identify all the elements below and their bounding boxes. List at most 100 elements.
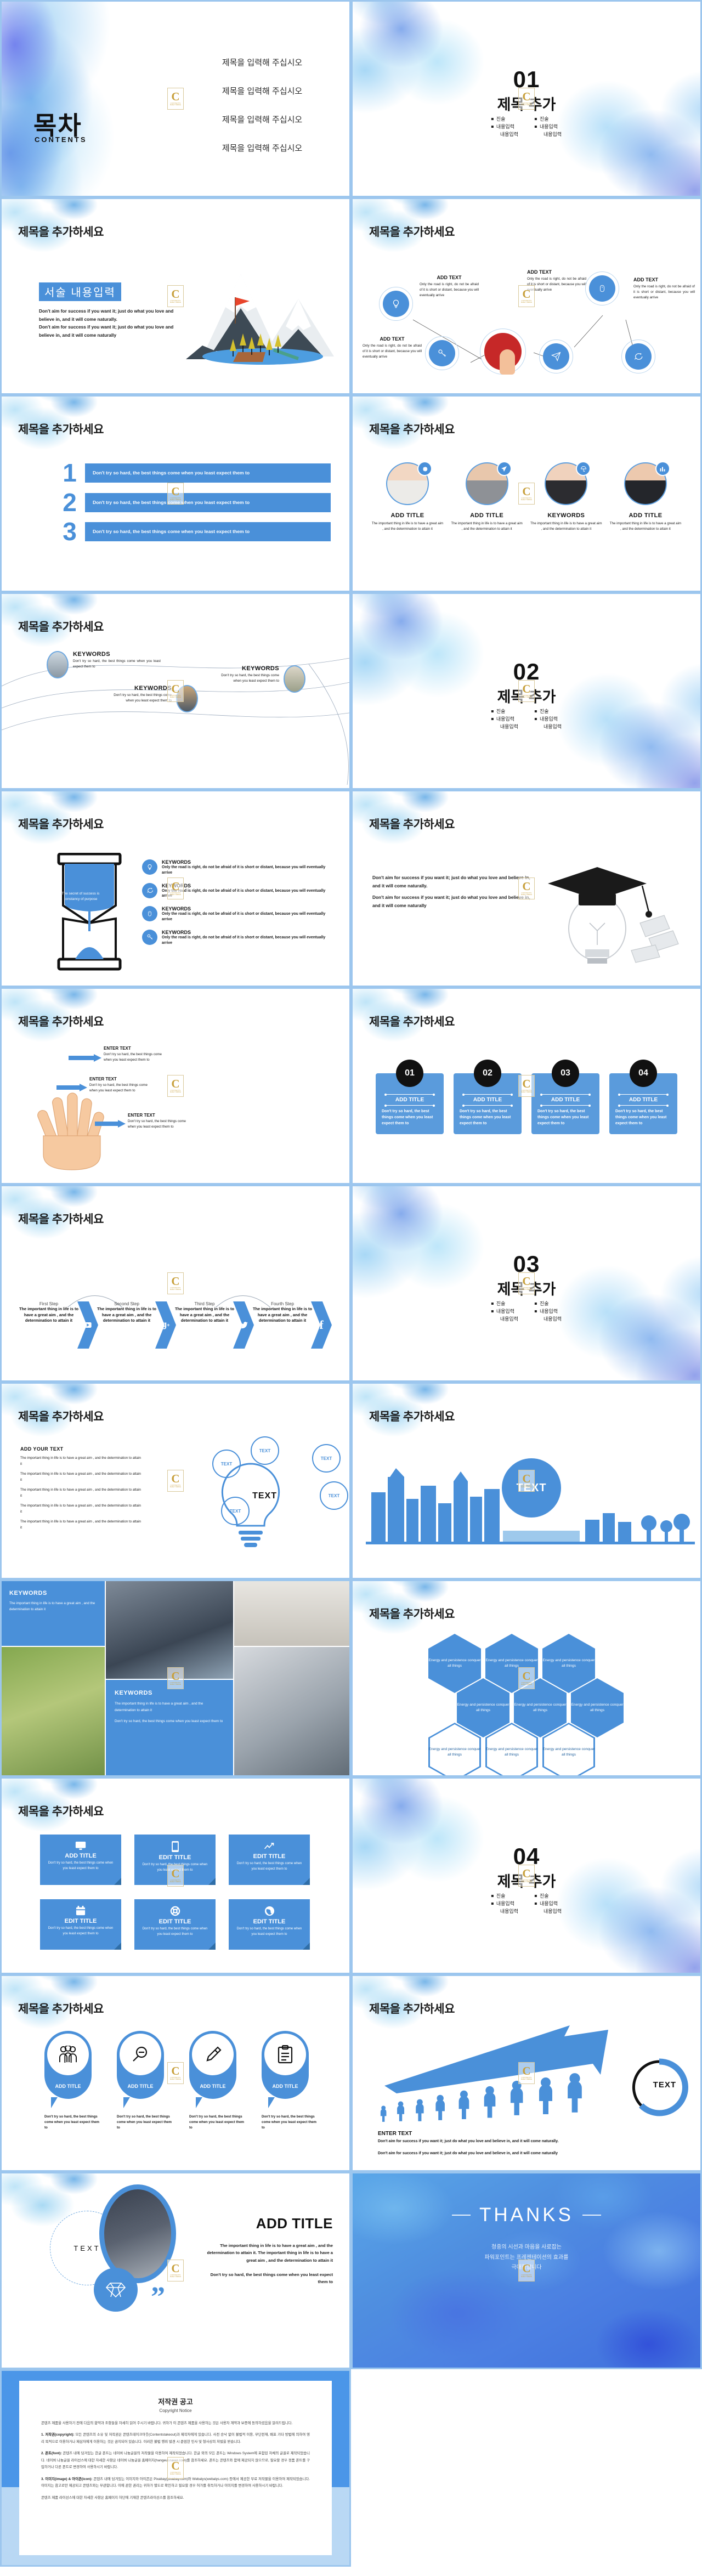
- text-bubble[interactable]: TEXT: [312, 1444, 341, 1473]
- slide-keywords-curves[interactable]: 제목을 추가하세요 KEYWORDS Don't try so hard, th…: [0, 592, 351, 790]
- numbered-card[interactable]: 03 ADD TITLE Don't try so hard, the best…: [531, 1060, 599, 1134]
- icon-bubble[interactable]: [539, 339, 573, 373]
- text-label: TEXT: [653, 2080, 676, 2090]
- numbered-card[interactable]: 04 ADD TITLE Don't try so hard, the best…: [609, 1060, 677, 1134]
- slide-quote[interactable]: TEXT ” ADD TITLE The important thing in …: [0, 2172, 351, 2369]
- umbrella-icon: [576, 461, 591, 476]
- step-item[interactable]: Fourth Step The important thing in life …: [253, 1301, 312, 1324]
- slide-six-tiles[interactable]: 제목을 추가하세요 ADD TITLE Don't try so hard, t…: [0, 1777, 351, 1974]
- balloon-body: Don't try so hard, the best things come …: [117, 2115, 172, 2130]
- member-body: The important thing in life is to have a…: [530, 522, 602, 531]
- toc-item[interactable]: 제목을 입력해 주십시오: [183, 114, 342, 125]
- icon-bubble[interactable]: [621, 339, 655, 373]
- numbered-row[interactable]: 3 Don't try so hard, the best things come…: [54, 517, 331, 546]
- slide-section-04[interactable]: 04 제목 추가 진술 내용입력 내용입력 진술 내용입력 내용입력 C CONTENTS…: [351, 1777, 702, 1974]
- bullet: 진술: [491, 1893, 518, 1900]
- team-member[interactable]: ADD TITLE The important thing in life is…: [451, 461, 523, 532]
- slide-steps-chevron[interactable]: 제목을 추가하세요 First Step The important thing…: [0, 1185, 351, 1382]
- cover-watercolor: [2, 2, 166, 196]
- hex-text: Energy and persistence conquer all thing…: [457, 1703, 509, 1712]
- page-title: 제목을 추가하세요: [18, 226, 104, 239]
- slide-hourglass[interactable]: 제목을 추가하세요 The secret of success is const…: [0, 790, 351, 987]
- bullet: 내용입력: [544, 1316, 562, 1322]
- keyword-row[interactable]: KEYWORDS Only the road is right, do not …: [142, 906, 336, 922]
- team-member[interactable]: ADD TITLE The important thing in life is…: [609, 461, 682, 532]
- step-item[interactable]: First Step The important thing in life i…: [19, 1301, 78, 1324]
- slide-section-02[interactable]: 02 제목 추가 진술 내용입력 내용입력 진술 내용입력 내용입력 C CONTENTS…: [351, 592, 702, 790]
- slide-team-avatars[interactable]: 제목을 추가하세요 ADD TITLE The important thing …: [351, 395, 702, 592]
- member-title: ADD TITLE: [629, 512, 663, 519]
- text-bubble[interactable]: TEXT: [212, 1450, 241, 1478]
- balloon-item[interactable]: ADD TITLE Don't try so hard, the best th…: [189, 2031, 246, 2131]
- tile-title: EDIT TITLE: [253, 1853, 286, 1860]
- numbered-row[interactable]: 1 Don't try so hard, the best things come…: [54, 460, 331, 485]
- keyword-item[interactable]: KEYWORDS Don't try so hard, the best thi…: [213, 665, 305, 693]
- watermark: C CONTENTS MAKE IT SIMPLE: [167, 1075, 184, 1097]
- tile-body: Don't try so hard, the best things come …: [142, 1927, 208, 1936]
- info-tile[interactable]: EDIT TITLE Don't try so hard, the best t…: [229, 1835, 310, 1885]
- slide-section-01[interactable]: 01 제목 추가 진술 내용입력 내용입력 진술 내용입력 내용입력 C CONTENTS…: [351, 0, 702, 197]
- numbered-row[interactable]: 2 Don't try so hard, the best things come…: [54, 490, 331, 514]
- balloon-item[interactable]: ADD TITLE Don't try so hard, the best th…: [262, 2031, 319, 2131]
- slide-balloons[interactable]: 제목을 추가하세요 ADD TITLE Don't try so hard, t…: [0, 1974, 351, 2172]
- watermark: C CONTENTS MAKE IT SIMPLE: [167, 1667, 184, 1689]
- slide-text-bulb[interactable]: 제목을 추가하세요 ADD YOUR TEXT The important th…: [0, 1382, 351, 1579]
- balloon-item[interactable]: ADD TITLE Don't try so hard, the best th…: [44, 2031, 101, 2131]
- bars-icon: [655, 461, 670, 476]
- hourglass-icon: [57, 853, 122, 971]
- slide-four-cards[interactable]: 제목을 추가하세요 01 ADD TITLE Don't try so hard…: [351, 987, 702, 1185]
- row-number: 3: [63, 517, 77, 546]
- bullet: 내용입력: [500, 723, 518, 729]
- team-member[interactable]: ADD TITLE The important thing in life is…: [371, 461, 444, 532]
- icon-bubble[interactable]: [379, 287, 413, 321]
- keyword-item[interactable]: KEYWORDS Don't try so hard, the best thi…: [47, 651, 161, 678]
- slide-hand-entertext[interactable]: 제목을 추가하세요 ENTER TEXT Don't try so hard, …: [0, 987, 351, 1185]
- text-bubble[interactable]: TEXT: [320, 1481, 348, 1510]
- hex-text: Energy and persistence conquer all thing…: [571, 1703, 624, 1712]
- tile-title: EDIT TITLE: [253, 1918, 286, 1925]
- text-bubble[interactable]: TEXT: [221, 1497, 250, 1525]
- slide-network-addtext[interactable]: 제목을 추가하세요 ADD TEXT Only the road is righ…: [351, 197, 702, 395]
- toc-item[interactable]: 제목을 입력해 주십시오: [183, 85, 342, 97]
- keyword-item[interactable]: KEYWORDS Don't try so hard, the best thi…: [106, 685, 198, 712]
- info-tile[interactable]: ADD TITLE Don't try so hard, the best th…: [40, 1835, 121, 1885]
- add-text-label: ADD TEXT: [380, 336, 405, 342]
- slide-hexagons[interactable]: 제목을 추가하세요 Energy and persistence conquer…: [351, 1579, 702, 1777]
- keyword-row[interactable]: KEYWORDS Only the road is right, do not …: [142, 929, 336, 946]
- info-tile[interactable]: EDIT TITLE Don't try so hard, the best t…: [229, 1899, 310, 1950]
- team-member[interactable]: KEYWORDS The important thing in life is …: [530, 461, 602, 532]
- slide-city-text[interactable]: 제목을 추가하세요 TEXT CCONTENTSMAKE IT SIMPLE: [351, 1382, 702, 1579]
- icon-bubble[interactable]: [585, 271, 619, 305]
- icon-bubble[interactable]: [425, 336, 459, 370]
- slide-mountain[interactable]: 제목을 추가하세요 서술 내용입력 Don't aim for success …: [0, 197, 351, 395]
- balloon-item[interactable]: ADD TITLE Don't try so hard, the best th…: [117, 2031, 174, 2131]
- slide-graduation-bulb[interactable]: 제목을 추가하세요 Don't aim for success if you w…: [351, 790, 702, 987]
- step-item[interactable]: Second Step The important thing in life …: [97, 1301, 156, 1324]
- balloon-shape: ADD TITLE: [44, 2031, 92, 2108]
- bullet: 내용입력: [544, 1908, 562, 1914]
- bullet: 내용입력: [491, 123, 518, 131]
- slide-copyright[interactable]: 저작권 공고 Copyright Notice 콘텐츠 제품을 사용하기 전에 …: [0, 2369, 351, 2567]
- text-bubble[interactable]: TEXT: [251, 1436, 279, 1465]
- slide-numbered-list[interactable]: 제목을 추가하세요 1 Don't try so hard, the best t…: [0, 395, 351, 592]
- numbered-card[interactable]: 02 ADD TITLE Don't try so hard, the best…: [454, 1060, 522, 1134]
- slide-cover[interactable]: 목차 CONTENTS 제목을 입력해 주십시오 제목을 입력해 주십시오 제목…: [0, 0, 351, 197]
- numbered-card[interactable]: 01 ADD TITLE Don't try so hard, the best…: [376, 1060, 444, 1134]
- toc-item[interactable]: 제목을 입력해 주십시오: [183, 142, 342, 154]
- slide-thanks[interactable]: THANKS 청중의 시선과 마음을 사로잡는 파워포인트는 프레젠테이션의 효…: [351, 2172, 702, 2369]
- card-body: Don't try so hard, the best things come …: [460, 1109, 511, 1126]
- keyword-body: Don't try so hard, the best things come …: [221, 673, 279, 683]
- keyword-body: Only the road is right, do not be afraid…: [162, 888, 326, 898]
- slide-growth-arrow[interactable]: 제목을 추가하세요 TEXT ENTER TEXT Don't aim for …: [351, 1974, 702, 2172]
- slide-section-03[interactable]: 03 제목 추가 진술 내용입력 내용입력 진술 내용입력 내용입력 C CONTENTS…: [351, 1185, 702, 1382]
- step-label: Fourth Step: [271, 1301, 294, 1306]
- keyword-row[interactable]: KEYWORDS Only the road is right, do not …: [142, 859, 336, 876]
- step-item[interactable]: Third Step The important thing in life i…: [175, 1301, 234, 1324]
- slide-photo-collage[interactable]: KEYWORDS The important thing in life is …: [0, 1579, 351, 1777]
- info-tile[interactable]: EDIT TITLE Don't try so hard, the best t…: [40, 1899, 121, 1950]
- toc-item[interactable]: 제목을 입력해 주십시오: [183, 56, 342, 68]
- tile-title: EDIT TITLE: [158, 1854, 191, 1861]
- bullet: 진술: [535, 1300, 562, 1308]
- page-title: 제목을 추가하세요: [369, 2003, 455, 2015]
- info-tile[interactable]: EDIT TITLE Don't try so hard, the best t…: [134, 1899, 216, 1950]
